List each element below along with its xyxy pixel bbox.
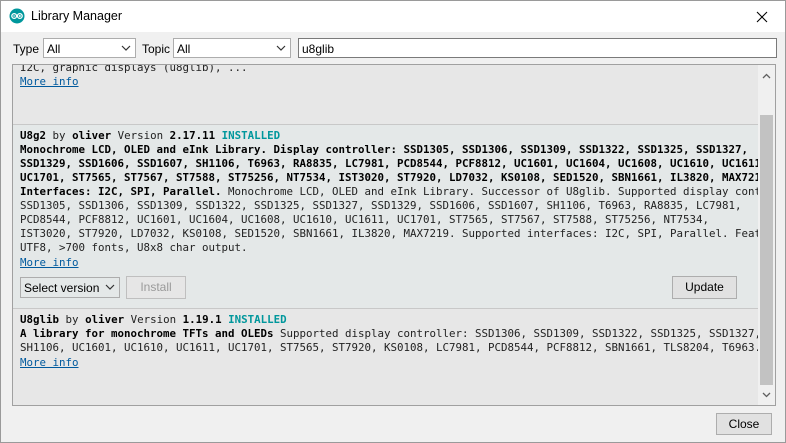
close-icon	[756, 11, 768, 22]
type-select[interactable]: All	[43, 38, 136, 58]
type-select-value: All	[47, 42, 61, 56]
library-name: U8glib	[20, 313, 60, 326]
library-header: U8g2 by oliver Version 2.17.11 INSTALLED	[20, 129, 280, 143]
search-input-value: u8glib	[302, 42, 335, 56]
library-summary-line: Interfaces: I2C, SPI, Parallel.	[20, 185, 222, 198]
topic-label: Topic	[142, 42, 171, 56]
version-select[interactable]: Select version	[20, 277, 120, 298]
library-description-line: PCD8544, PCF8812, UC1601, UC1604, UC1608…	[20, 213, 710, 226]
window-close-button[interactable]	[739, 1, 785, 32]
title-bar: Library Manager	[1, 1, 785, 32]
library-header: U8glib by oliver Version 1.19.1 INSTALLE…	[20, 313, 287, 327]
scrollbar-thumb[interactable]	[760, 115, 773, 385]
scroll-down-button[interactable]	[758, 386, 775, 403]
chevron-down-icon	[762, 392, 771, 397]
arduino-icon	[9, 8, 25, 24]
list-item[interactable]: U8glib by oliver Version 1.19.1 INSTALLE…	[13, 309, 762, 405]
library-description-line: UTF8, >700 fonts, U8x8 char output.	[20, 241, 248, 254]
library-description-line: Interfaces: I2C, SPI, Parallel. Monochro…	[20, 185, 776, 199]
library-version: 1.19.1	[182, 313, 222, 326]
library-summary-line: Monochrome LCD, OLED and eInk Library. D…	[20, 143, 749, 156]
list-item[interactable]: U8g2 by oliver Version 2.17.11 INSTALLED…	[13, 125, 775, 309]
installed-badge: INSTALLED	[228, 313, 287, 326]
library-description: I2C, graphic displays (u8glib), ...	[20, 64, 248, 74]
version-select-value: Select version	[24, 281, 100, 295]
chevron-down-icon	[105, 284, 115, 290]
library-description-first: Supported display controller: SSD1306, S…	[273, 327, 762, 340]
library-description-line: A library for monochrome TFTs and OLEDs …	[20, 327, 761, 341]
scroll-up-button[interactable]	[758, 67, 775, 84]
more-info-link[interactable]: More info	[20, 75, 79, 89]
library-author: oliver	[85, 313, 125, 326]
list-item[interactable]: I2C, graphic displays (u8glib), ... More…	[13, 65, 760, 125]
more-info-link[interactable]: More info	[20, 256, 79, 270]
library-description-line: SH1106, UC1601, UC1610, UC1611, UC1701, …	[20, 341, 762, 354]
library-version-label: Version	[130, 313, 177, 326]
installed-badge: INSTALLED	[221, 129, 281, 142]
chevron-down-icon	[276, 45, 286, 51]
type-label: Type	[13, 42, 40, 56]
library-summary-line: SSD1329, SSD1606, SSD1607, SH1106, T6963…	[20, 157, 768, 170]
library-manager-window: Library Manager Type All Topic All u8gli…	[0, 0, 786, 443]
library-by: by	[65, 313, 79, 326]
topic-select-value: All	[177, 42, 191, 56]
topic-select[interactable]: All	[173, 38, 291, 58]
search-input[interactable]: u8glib	[298, 38, 777, 58]
more-info-link[interactable]: More info	[20, 356, 79, 370]
library-summary: A library for monochrome TFTs and OLEDs	[20, 327, 274, 340]
library-by: by	[52, 129, 66, 142]
filter-bar: Type All Topic All u8glib	[1, 32, 785, 64]
library-list[interactable]: I2C, graphic displays (u8glib), ... More…	[12, 64, 776, 406]
library-version: 2.17.11	[169, 129, 216, 142]
library-version-label: Version	[117, 129, 164, 142]
library-summary-line: UC1701, ST7565, ST7567, ST7588, ST75256,…	[20, 171, 775, 184]
close-button[interactable]: Close	[716, 413, 772, 435]
window-title: Library Manager	[31, 9, 123, 23]
library-name: U8g2	[20, 129, 47, 142]
chevron-down-icon	[121, 45, 131, 51]
install-button[interactable]: Install	[126, 276, 186, 299]
chevron-up-icon	[762, 73, 771, 78]
vertical-scrollbar[interactable]	[758, 65, 775, 405]
library-author: oliver	[72, 129, 112, 142]
update-button[interactable]: Update	[672, 276, 737, 299]
library-description-first: Monochrome LCD, OLED and eInk Library. S…	[221, 185, 776, 198]
library-description-line: SSD1305, SSD1306, SSD1309, SSD1322, SSD1…	[20, 199, 742, 212]
library-description-line: IST3020, ST7920, LD7032, KS0108, SED1520…	[20, 227, 776, 240]
